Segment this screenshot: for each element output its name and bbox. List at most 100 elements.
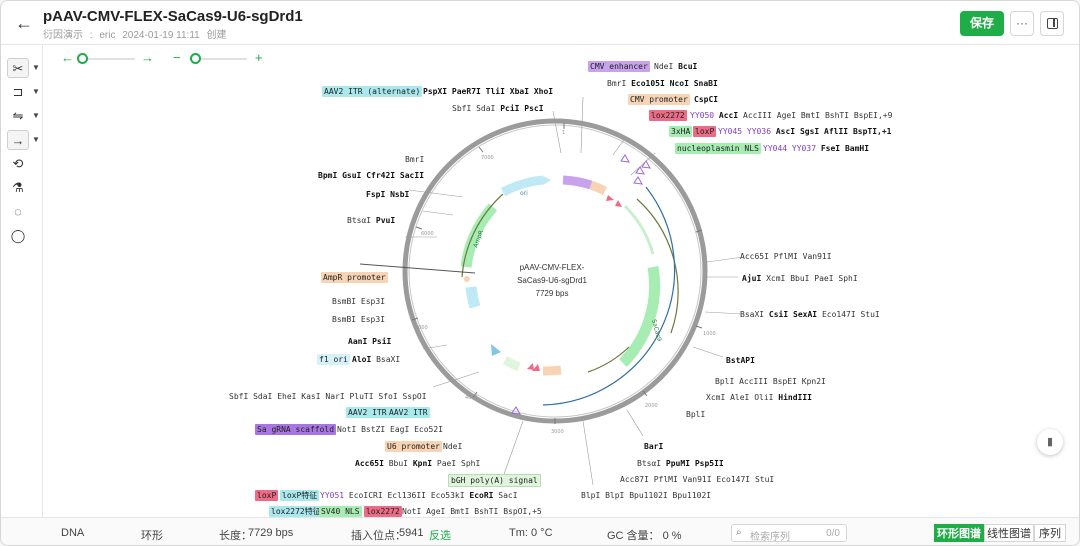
enzyme-label-group[interactable]: Acc65I PflMI Van91I [740, 251, 832, 262]
feature-chip-3xha[interactable]: 3xHA [669, 126, 693, 137]
enzyme-label[interactable]: Van91I [683, 475, 712, 484]
tab-sequence[interactable]: 序列 [1034, 524, 1066, 542]
enzyme-label-group[interactable]: BarI [644, 441, 663, 452]
plasmid-map[interactable]: 1 7000 6000 5000 4000 3000 2000 1000 pAA… [43, 61, 1080, 517]
enzyme-label[interactable]: AloI [352, 355, 371, 364]
enzyme-label[interactable]: BmrI [607, 79, 626, 88]
enzyme-label[interactable]: YY037 [792, 144, 816, 153]
enzyme-label[interactable]: BmrI [405, 155, 424, 164]
enzyme-label[interactable]: Kpn2I [802, 377, 826, 386]
enzyme-label-group[interactable]: BmrI Eco105I NcoI SnaBI [607, 78, 718, 89]
feature-chip-aav2-itr-2[interactable]: AAV2 ITR [387, 407, 430, 418]
enzyme-label[interactable]: XbaI [510, 87, 529, 96]
enzyme-label-group[interactable]: FspI NsbI [366, 189, 409, 200]
enzyme-label[interactable]: AccI [719, 111, 738, 120]
enzyme-label-group[interactable]: AjuI XcmI BbuI PaeI SphI [742, 273, 858, 284]
feature-cmv-enhancer-arc[interactable] [562, 175, 593, 190]
zoom-slider[interactable]: − + [173, 50, 268, 66]
feature-chip-lox2272-2[interactable]: lox2272 [364, 506, 402, 517]
enzyme-label[interactable]: NdeI [654, 62, 673, 71]
enzyme-label[interactable]: SexAI [793, 310, 817, 319]
enzyme-label[interactable]: KasI [301, 392, 320, 401]
enzyme-label-group[interactable]: NdeI [443, 441, 462, 452]
enzyme-label[interactable]: HindIII [778, 393, 812, 402]
chevron-down-icon[interactable]: ▼ [32, 106, 40, 126]
enzyme-label[interactable]: SbfI [452, 104, 471, 113]
feature-chip-loxp[interactable]: loxP [693, 126, 717, 137]
enzyme-label-group[interactable]: AanI PsiI [348, 336, 391, 347]
enzyme-label[interactable]: BlpI [605, 491, 624, 500]
enzyme-label-group[interactable]: BtsαI PpuMI Psp5II [637, 458, 724, 469]
enzyme-label[interactable]: Bpu1102I [629, 491, 668, 500]
enzyme-label[interactable]: Esp3I [361, 297, 385, 306]
enzyme-label[interactable]: AgeI [426, 507, 445, 516]
feature-chip-sa-grna-scaffold[interactable]: Sa gRNA scaffold [255, 424, 337, 435]
enzyme-label[interactable]: AanI [348, 337, 367, 346]
sequence-search[interactable]: ⌕ 检索序列 0/0 [731, 524, 847, 543]
enzyme-label[interactable]: BspTI,+1 [853, 127, 892, 136]
enzyme-label[interactable]: SbfI [229, 392, 248, 401]
enzyme-label[interactable]: TliI [486, 87, 505, 96]
enzyme-label[interactable]: CspCI [694, 95, 718, 104]
enzyme-label[interactable]: BspEI,+9 [854, 111, 893, 120]
enzyme-label[interactable]: AflII [824, 127, 848, 136]
enzyme-label-group[interactable]: SbfI SdaI PciI PscI [452, 103, 544, 114]
enzyme-label[interactable]: YY051 [320, 491, 344, 500]
feature-chip-u6-promoter[interactable]: U6 promoter [385, 441, 442, 452]
enzyme-label-group[interactable]: NotI AgeI BmtI BshTI BspOI,+5 [402, 506, 542, 517]
enzyme-label[interactable]: BpmI [318, 171, 337, 180]
enzyme-label[interactable]: SacI [498, 491, 517, 500]
feature-chip-lox2272-feature[interactable]: lox2272特征 [269, 506, 323, 517]
enzyme-label-group[interactable]: XcmI AleI OliI HindIII [706, 392, 812, 403]
enzyme-label[interactable]: PaeR7I [452, 87, 481, 96]
enzyme-label[interactable]: OliI [754, 393, 773, 402]
enzyme-label-group[interactable]: CspCI [694, 94, 718, 105]
enzyme-label[interactable]: BspEI [773, 377, 797, 386]
enzyme-label[interactable]: XcmI [766, 274, 785, 283]
enzyme-label-group[interactable]: BsaXI CsiI SexAI Eco147I StuI [740, 309, 880, 320]
enzyme-label[interactable]: NarI [325, 392, 344, 401]
feature-chip-ampr-promoter[interactable]: AmpR promoter [321, 272, 388, 283]
rotate-slider[interactable]: ← → [61, 50, 156, 66]
enzyme-label[interactable]: PflMI [774, 252, 798, 261]
enzyme-label[interactable]: Acc65I [740, 252, 769, 261]
enzyme-label[interactable]: SacII [400, 171, 424, 180]
feature-lox2272-marker[interactable] [606, 195, 614, 201]
save-button[interactable]: 保存 [960, 11, 1004, 36]
slider-knob[interactable] [190, 53, 201, 64]
feature-u6-promoter-arc[interactable] [542, 365, 562, 376]
arrow-right-icon[interactable]: → [7, 130, 29, 150]
enzyme-label[interactable]: BspOI,+5 [503, 507, 542, 516]
enzyme-label[interactable]: AccIII [743, 111, 772, 120]
enzyme-label[interactable]: AleI [730, 393, 749, 402]
enzyme-label[interactable]: SfoI [378, 392, 397, 401]
chevron-down-icon[interactable]: ▼ [32, 82, 40, 102]
enzyme-label[interactable]: Acc65I [355, 459, 384, 468]
enzyme-label[interactable]: BsaXI [376, 355, 400, 364]
enzyme-label-group[interactable]: YY044 YY037 FseI BamHI [763, 143, 869, 154]
enzyme-label-group[interactable]: BplI AccIII BspEI Kpn2I [715, 376, 826, 387]
tab-linear-map[interactable]: 线性图谱 [984, 524, 1034, 542]
enzyme-label[interactable]: NotI [402, 507, 421, 516]
enzyme-label[interactable]: BmtI [801, 111, 820, 120]
enzyme-label[interactable]: EagI [390, 425, 409, 434]
enzyme-label[interactable]: Eco147I [716, 475, 750, 484]
feature-chip-f1-ori[interactable]: f1 ori [317, 354, 350, 365]
feature-f1-ori-arc[interactable] [465, 286, 481, 309]
plasmid-map-svg[interactable]: 1 7000 6000 5000 4000 3000 2000 1000 pAA… [43, 67, 1080, 517]
enzyme-label[interactable]: FseI [821, 144, 840, 153]
feature-3xha-arc[interactable] [623, 204, 655, 255]
enzyme-label[interactable]: StuI [755, 475, 774, 484]
enzyme-label[interactable]: BsmBI [332, 315, 356, 324]
arrow-right-icon[interactable]: → [141, 50, 154, 65]
enzyme-label-group[interactable]: Acc87I PflMI Van91I Eco147I StuI [620, 474, 774, 485]
zoom-out-icon[interactable]: − [173, 50, 181, 65]
feature-loxp-marker[interactable] [615, 200, 622, 207]
enzyme-label[interactable]: XcmI [706, 393, 725, 402]
slider-knob[interactable] [77, 53, 88, 64]
enzyme-label[interactable]: FspI [366, 190, 385, 199]
enzyme-label[interactable]: NsbI [390, 190, 409, 199]
enzyme-label[interactable]: Eco105I [631, 79, 665, 88]
feature-f1-ori-marker[interactable] [491, 344, 501, 356]
enzyme-label[interactable]: BbuI [389, 459, 408, 468]
